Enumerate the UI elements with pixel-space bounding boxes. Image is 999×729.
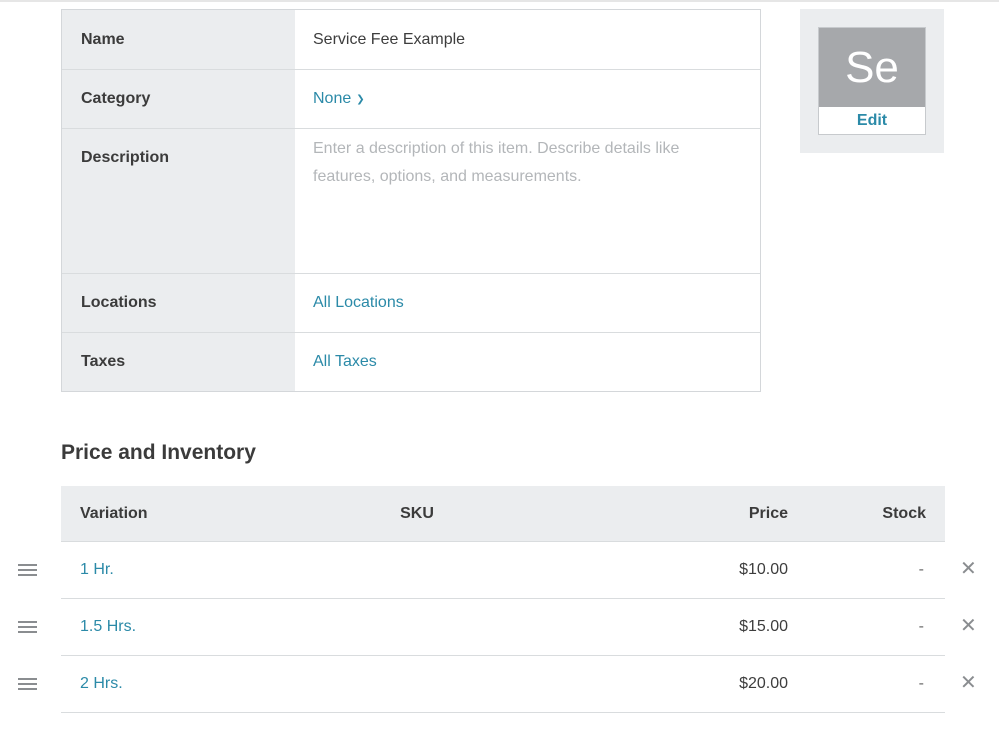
category-dropdown[interactable]: None ❯ [313, 90, 365, 108]
name-label: Name [62, 10, 295, 69]
description-textarea[interactable] [313, 135, 713, 255]
item-image-card: Se Edit [800, 9, 944, 153]
item-thumbnail: Se Edit [818, 27, 926, 135]
drag-handle-icon[interactable] [18, 564, 37, 576]
column-stock: Stock [882, 504, 926, 522]
locations-label: Locations [62, 274, 295, 332]
description-label: Description [62, 129, 295, 273]
variation-price[interactable]: $10.00 [503, 561, 788, 579]
locations-link[interactable]: All Locations [313, 294, 404, 312]
edit-image-button[interactable]: Edit [819, 107, 925, 134]
drag-handle-icon[interactable] [18, 621, 37, 633]
column-variation: Variation [80, 504, 148, 522]
close-icon[interactable]: ✕ [960, 615, 977, 637]
locations-row: Locations All Locations [62, 273, 760, 332]
close-icon[interactable]: ✕ [960, 558, 977, 580]
category-label: Category [62, 70, 295, 128]
table-row: 1 Hr. $10.00 - ✕ [18, 542, 977, 599]
close-icon[interactable]: ✕ [960, 672, 977, 694]
variation-name[interactable]: 1.5 Hrs. [61, 618, 331, 636]
drag-handle-icon[interactable] [18, 678, 37, 690]
price-inventory-title: Price and Inventory [61, 441, 256, 464]
variation-price[interactable]: $20.00 [503, 675, 788, 693]
variation-name[interactable]: 2 Hrs. [61, 675, 331, 693]
category-value: None [313, 90, 352, 107]
item-initials: Se [819, 28, 925, 107]
taxes-row: Taxes All Taxes [62, 332, 760, 391]
chevron-down-icon: ❯ [356, 94, 365, 105]
variation-price[interactable]: $15.00 [503, 618, 788, 636]
table-header: Variation SKU Price Stock [61, 486, 945, 542]
taxes-link[interactable]: All Taxes [313, 353, 377, 371]
variation-name[interactable]: 1 Hr. [61, 561, 331, 579]
column-sku: SKU [400, 504, 434, 522]
table-row: 1.5 Hrs. $15.00 - ✕ [18, 599, 977, 656]
table-row: 2 Hrs. $20.00 - ✕ [18, 656, 977, 713]
variations-table: Variation SKU Price Stock 1 Hr. $10.00 -… [18, 486, 977, 713]
category-row: Category None ❯ [62, 69, 760, 128]
variation-stock: - [918, 618, 924, 635]
taxes-label: Taxes [62, 333, 295, 391]
name-input[interactable] [313, 30, 760, 49]
variation-stock: - [918, 675, 924, 692]
description-row: Description [62, 128, 760, 273]
item-details-form: Name Category None ❯ Description Location… [61, 9, 761, 392]
top-divider [0, 0, 999, 2]
name-row: Name [62, 10, 760, 69]
column-price: Price [748, 504, 788, 522]
variation-stock: - [918, 561, 924, 578]
